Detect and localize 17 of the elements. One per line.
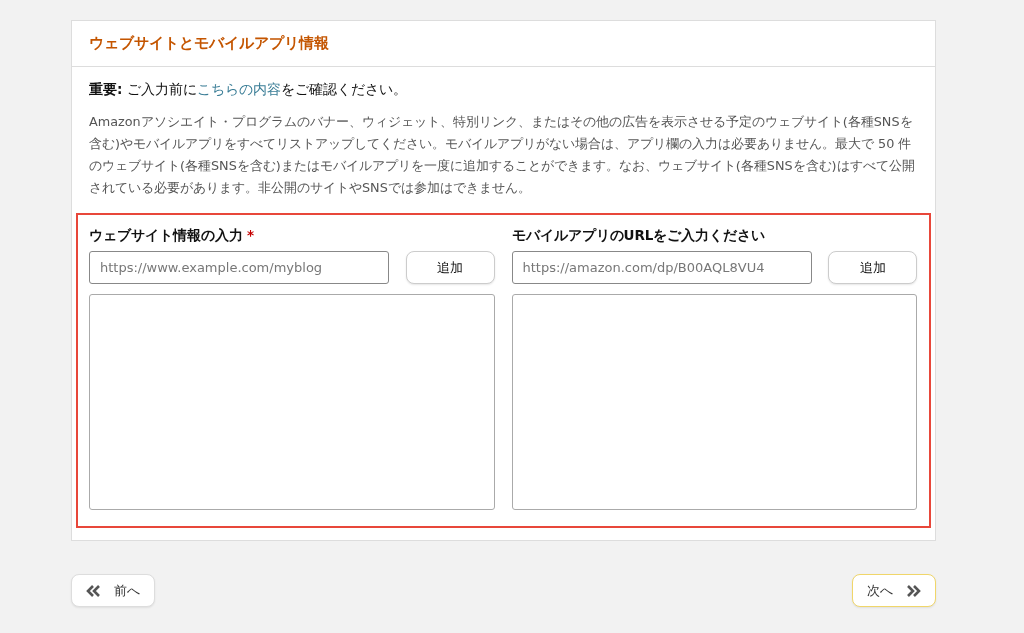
add-button[interactable]: 追加 bbox=[828, 251, 917, 284]
notice-link[interactable]: こちらの内容 bbox=[196, 81, 281, 97]
double-chevron-right-icon bbox=[907, 584, 921, 597]
url-list-box[interactable] bbox=[89, 294, 495, 510]
card-title: ウェブサイトとモバイルアプリ情報 bbox=[89, 34, 329, 53]
add-button[interactable]: 追加 bbox=[405, 251, 495, 284]
double-chevron-left-icon bbox=[86, 584, 100, 597]
next-button[interactable]: 次へ bbox=[852, 574, 936, 607]
url-list-box[interactable] bbox=[511, 294, 917, 510]
url-input-field[interactable]: https://amazon.com/dp/B00AQL8VU4 bbox=[511, 251, 812, 284]
notice-text: 重要: ご入力前に こちらの内容をご確認ください。 bbox=[89, 81, 408, 99]
previous-button[interactable]: 前へ bbox=[71, 574, 155, 607]
url-input-field[interactable]: https://www.example.com/myblog bbox=[89, 251, 389, 284]
field-label: ウェブサイト情報の入力 bbox=[89, 227, 243, 243]
description-text: Amazonアソシエイト・プログラムのバナー、ウィジェット、特別リンク、またはその他の広告を表示させる予定のウェブサイト(各種SNSを含む)やモバイルアプリをすべてリストアップしてください。モバイルアプリがない場合は、アプリ欄の入力は必要ありません。最大で 50 件のウェブサイト(各種SNSを含む)またはモバイルアプリを一度に追加することができます。なお、ウェブサイト(各種SNSを含む)はすべて公開されている必要があります。非公開のサイトやSNSでは参加はできません。 bbox=[89, 113, 916, 197]
required-mark: * bbox=[247, 227, 255, 243]
field-label: モバイルアプリのURLをご入力ください bbox=[511, 227, 766, 243]
